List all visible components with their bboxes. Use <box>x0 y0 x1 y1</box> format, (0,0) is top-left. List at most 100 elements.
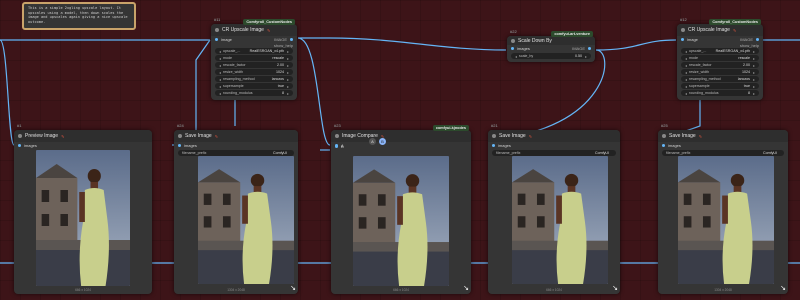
collapse-icon[interactable] <box>178 134 182 138</box>
widget-resize-width[interactable]: ◂ resize_width 1024 ▸ <box>681 69 759 75</box>
input-label: image <box>221 37 232 42</box>
increment-arrow-icon[interactable]: ▸ <box>753 77 755 82</box>
increment-arrow-icon[interactable]: ▸ <box>287 56 289 61</box>
output-socket[interactable] <box>290 38 293 41</box>
increment-arrow-icon[interactable]: ▸ <box>287 49 289 54</box>
increment-arrow-icon[interactable]: ▸ <box>753 56 755 61</box>
node-title-bar[interactable]: CR Upscale Image ✎ <box>677 24 763 36</box>
decrement-arrow-icon[interactable]: ◂ <box>685 63 687 68</box>
note-text[interactable]: This is a simple 2xgling upscale layout.… <box>22 2 136 30</box>
saved-image-preview[interactable] <box>678 156 774 284</box>
increment-arrow-icon[interactable]: ▸ <box>753 70 755 75</box>
pin-icon: ✎ <box>528 133 533 139</box>
cr-upscale-node-1[interactable]: #11 Comfyroll_CustomNodes CR Upscale Ima… <box>211 17 297 100</box>
decrement-arrow-icon[interactable]: ◂ <box>219 84 221 89</box>
input-socket-b[interactable] <box>335 145 338 148</box>
cr-upscale-node-2[interactable]: #12 Comfyroll_CustomNodes CR Upscale Ima… <box>677 17 763 100</box>
scale-down-node[interactable]: #22 comfyui-art-venture Scale Down By im… <box>507 29 595 62</box>
collapse-icon[interactable] <box>681 28 685 32</box>
widget-label: filename_prefix <box>666 151 691 155</box>
save-image-node-3[interactable]: #25 Save Image ✎ images filename_prefix … <box>658 123 788 294</box>
saved-image-preview[interactable] <box>198 156 294 284</box>
input-socket[interactable] <box>492 144 495 147</box>
input-socket[interactable] <box>681 38 684 41</box>
compare-b-button[interactable]: B <box>379 138 386 145</box>
widget-resampling-method[interactable]: ◂ resampling_method lanczos ▸ <box>681 76 759 82</box>
compare-buttons: A B <box>331 138 471 145</box>
widget-rounding-modulus[interactable]: ◂ rounding_modulus 8 ▸ <box>215 90 293 96</box>
widget-mode[interactable]: ◂ mode rescale ▸ <box>215 55 293 61</box>
input-socket[interactable] <box>511 47 514 50</box>
input-socket[interactable] <box>215 38 218 41</box>
decrement-arrow-icon[interactable]: ◂ <box>685 56 687 61</box>
increment-arrow-icon[interactable]: ▸ <box>585 54 587 59</box>
input-socket[interactable] <box>18 144 21 147</box>
output-socket[interactable] <box>756 38 759 41</box>
decrement-arrow-icon[interactable]: ◂ <box>219 49 221 54</box>
widget-rescale-factor[interactable]: ◂ rescale_factor 2.00 ▸ <box>215 62 293 68</box>
output-label: IMAGE <box>572 46 585 51</box>
node-title-bar[interactable]: CR Upscale Image ✎ <box>211 24 297 36</box>
decrement-arrow-icon[interactable]: ◂ <box>685 70 687 75</box>
increment-arrow-icon[interactable]: ▸ <box>753 49 755 54</box>
widget-value: 1024 <box>741 70 750 74</box>
increment-arrow-icon[interactable]: ▸ <box>287 77 289 82</box>
decrement-arrow-icon[interactable]: ◂ <box>515 54 517 59</box>
widget-supersample[interactable]: ◂ supersample true ▸ <box>681 83 759 89</box>
collapse-icon[interactable] <box>511 38 515 43</box>
save-image-node-2[interactable]: #21 Save Image ✎ images filename_prefix … <box>488 123 620 294</box>
output-socket[interactable] <box>588 47 591 50</box>
widget-mode[interactable]: ◂ mode rescale ▸ <box>681 55 759 61</box>
increment-arrow-icon[interactable]: ▸ <box>287 91 289 96</box>
io-row: images IMAGE <box>507 45 595 52</box>
save-image-node-1[interactable]: #24 Save Image ✎ images filename_prefix … <box>174 123 298 294</box>
increment-arrow-icon[interactable]: ▸ <box>287 84 289 89</box>
widget-upscale[interactable]: ◂ upscale_... RealESRGAN_x4.pth ▸ <box>681 48 759 54</box>
increment-arrow-icon[interactable]: ▸ <box>753 84 755 89</box>
widget-resampling-method[interactable]: ◂ resampling_method lanczos ▸ <box>215 76 293 82</box>
increment-arrow-icon[interactable]: ▸ <box>753 63 755 68</box>
collapse-icon[interactable] <box>662 134 666 138</box>
widget-label: rescale_factor <box>223 63 246 67</box>
collapse-icon[interactable] <box>492 134 496 138</box>
node-title-bar[interactable]: Preview Image ✎ <box>14 130 152 142</box>
input-socket[interactable] <box>178 144 181 147</box>
decrement-arrow-icon[interactable]: ◂ <box>685 77 687 82</box>
node-id: #21 <box>491 123 498 128</box>
compare-a-button[interactable]: A <box>369 138 376 145</box>
widget-supersample[interactable]: ◂ supersample true ▸ <box>215 83 293 89</box>
decrement-arrow-icon[interactable]: ◂ <box>219 91 221 96</box>
image-compare-node[interactable]: #23 comfyui-kjnodes Image Compare ✎ A B … <box>331 123 471 294</box>
widget-upscale[interactable]: ◂ upscale_... RealESRGAN_x4.pth ▸ <box>215 48 293 54</box>
decrement-arrow-icon[interactable]: ◂ <box>219 77 221 82</box>
decrement-arrow-icon[interactable]: ◂ <box>219 56 221 61</box>
collapse-icon[interactable] <box>215 28 219 32</box>
widget-rescale-factor[interactable]: ◂ rescale_factor 2.00 ▸ <box>681 62 759 68</box>
widget-rounding-modulus[interactable]: ◂ rounding_modulus 8 ▸ <box>681 90 759 96</box>
saved-image-preview[interactable] <box>512 156 608 284</box>
preview-image-node[interactable]: #1 Preview Image ✎ images 666 x 1024 <box>14 123 152 294</box>
increment-arrow-icon[interactable]: ▸ <box>287 70 289 75</box>
decrement-arrow-icon[interactable]: ◂ <box>685 91 687 96</box>
widget-resize-width[interactable]: ◂ resize_width 1024 ▸ <box>215 69 293 75</box>
increment-arrow-icon[interactable]: ▸ <box>287 63 289 68</box>
widget-value: 0.50 <box>574 54 582 58</box>
input-socket[interactable] <box>662 144 665 147</box>
node-title-bar[interactable]: Save Image ✎ <box>174 130 298 142</box>
preview-image[interactable] <box>36 150 130 286</box>
collapse-icon[interactable] <box>18 134 22 138</box>
node-id: #23 <box>334 123 341 128</box>
compare-image-preview[interactable] <box>353 156 449 286</box>
increment-arrow-icon[interactable]: ▸ <box>753 91 755 96</box>
input-label: images <box>517 46 530 51</box>
node-id: #25 <box>661 123 668 128</box>
node-title-bar[interactable]: Save Image ✎ <box>658 130 788 142</box>
node-title-bar[interactable]: Save Image ✎ <box>488 130 620 142</box>
decrement-arrow-icon[interactable]: ◂ <box>685 49 687 54</box>
decrement-arrow-icon[interactable]: ◂ <box>219 63 221 68</box>
decrement-arrow-icon[interactable]: ◂ <box>685 84 687 89</box>
node-title-bar[interactable]: Scale Down By <box>507 36 595 45</box>
decrement-arrow-icon[interactable]: ◂ <box>219 70 221 75</box>
collapse-icon[interactable] <box>335 134 339 138</box>
widget-scale-by[interactable]: ◂ scale_by 0.50 ▸ <box>511 53 591 59</box>
